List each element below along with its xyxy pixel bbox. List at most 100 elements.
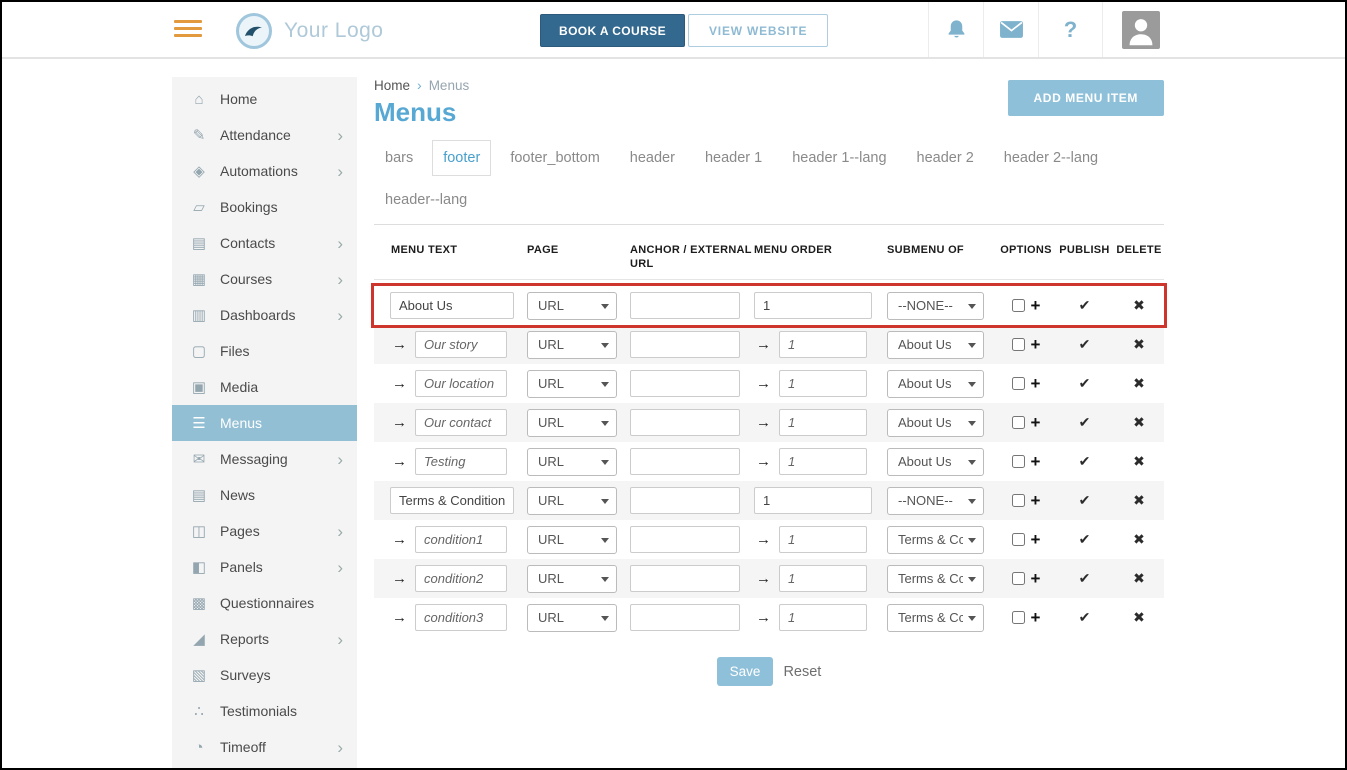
- add-option-icon[interactable]: +: [1031, 492, 1041, 509]
- sidebar-item-automations[interactable]: ◈ Automations ›: [172, 153, 357, 189]
- sidebar-item-dashboards[interactable]: ▥ Dashboards ›: [172, 297, 357, 333]
- add-option-icon[interactable]: +: [1031, 609, 1041, 626]
- menu-text-input[interactable]: [415, 331, 507, 358]
- submenu-of-select[interactable]: Terms & Cc: [887, 604, 984, 632]
- page-select[interactable]: URL: [527, 292, 617, 320]
- delete-x-icon[interactable]: ✖: [1133, 414, 1145, 431]
- delete-x-icon[interactable]: ✖: [1133, 336, 1145, 353]
- breadcrumb-home-link[interactable]: Home: [374, 78, 410, 93]
- menu-order-input[interactable]: [754, 487, 872, 514]
- add-option-icon[interactable]: +: [1031, 570, 1041, 587]
- menu-text-input[interactable]: [390, 487, 514, 514]
- book-a-course-button[interactable]: BOOK A COURSE: [540, 14, 685, 47]
- menu-order-input[interactable]: [779, 409, 867, 436]
- options-checkbox[interactable]: [1012, 338, 1025, 351]
- publish-check-icon[interactable]: ✔: [1079, 453, 1091, 470]
- add-option-icon[interactable]: +: [1031, 375, 1041, 392]
- menu-text-input[interactable]: [415, 409, 507, 436]
- add-menu-item-button[interactable]: ADD MENU ITEM: [1008, 80, 1164, 116]
- sidebar-item-timeoff[interactable]: ◔ Timeoff ›: [172, 729, 357, 765]
- tab-footer-bottom[interactable]: footer_bottom: [499, 140, 610, 176]
- menu-text-input[interactable]: [415, 526, 507, 553]
- options-checkbox[interactable]: [1012, 611, 1025, 624]
- notifications-button[interactable]: [928, 2, 983, 57]
- page-select[interactable]: URL: [527, 487, 617, 515]
- anchor-url-input[interactable]: [630, 292, 740, 319]
- options-checkbox[interactable]: [1012, 533, 1025, 546]
- anchor-url-input[interactable]: [630, 370, 740, 397]
- sidebar-item-home[interactable]: ⌂ Home: [172, 81, 357, 117]
- menu-order-input[interactable]: [779, 331, 867, 358]
- delete-x-icon[interactable]: ✖: [1133, 570, 1145, 587]
- sidebar-item-contacts[interactable]: ▤ Contacts ›: [172, 225, 357, 261]
- tab-header-2-lang[interactable]: header 2--lang: [993, 140, 1109, 176]
- options-checkbox[interactable]: [1012, 455, 1025, 468]
- tab-header-1-lang[interactable]: header 1--lang: [781, 140, 897, 176]
- help-button[interactable]: ?: [1038, 2, 1102, 57]
- sidebar-item-reports[interactable]: ◢ Reports ›: [172, 621, 357, 657]
- menu-order-input[interactable]: [779, 604, 867, 631]
- menu-text-input[interactable]: [390, 292, 514, 319]
- add-option-icon[interactable]: +: [1031, 414, 1041, 431]
- options-checkbox[interactable]: [1012, 572, 1025, 585]
- sidebar-item-menus[interactable]: ☰ Menus: [172, 405, 357, 441]
- options-checkbox[interactable]: [1012, 299, 1025, 312]
- delete-x-icon[interactable]: ✖: [1133, 297, 1145, 314]
- page-select[interactable]: URL: [527, 331, 617, 359]
- add-option-icon[interactable]: +: [1031, 336, 1041, 353]
- submenu-of-select[interactable]: Terms & Cc: [887, 565, 984, 593]
- submenu-of-select[interactable]: About Us: [887, 370, 984, 398]
- tab-bars[interactable]: bars: [374, 140, 424, 176]
- anchor-url-input[interactable]: [630, 526, 740, 553]
- page-select[interactable]: URL: [527, 565, 617, 593]
- delete-x-icon[interactable]: ✖: [1133, 609, 1145, 626]
- page-select[interactable]: URL: [527, 604, 617, 632]
- submenu-of-select[interactable]: About Us: [887, 409, 984, 437]
- hamburger-menu-icon[interactable]: [174, 20, 202, 41]
- menu-order-input[interactable]: [779, 526, 867, 553]
- menu-text-input[interactable]: [415, 370, 507, 397]
- inbox-button[interactable]: [983, 2, 1038, 57]
- sidebar-item-questionnaires[interactable]: ▩ Questionnaires: [172, 585, 357, 621]
- sidebar-item-testimonials[interactable]: ∴ Testimonials: [172, 693, 357, 729]
- anchor-url-input[interactable]: [630, 565, 740, 592]
- sidebar-item-news[interactable]: ▤ News: [172, 477, 357, 513]
- menu-order-input[interactable]: [779, 448, 867, 475]
- delete-x-icon[interactable]: ✖: [1133, 492, 1145, 509]
- tab-footer[interactable]: footer: [432, 140, 491, 176]
- delete-x-icon[interactable]: ✖: [1133, 375, 1145, 392]
- publish-check-icon[interactable]: ✔: [1079, 570, 1091, 587]
- sidebar-item-files[interactable]: ▢ Files: [172, 333, 357, 369]
- options-checkbox[interactable]: [1012, 494, 1025, 507]
- add-option-icon[interactable]: +: [1031, 531, 1041, 548]
- profile-button[interactable]: [1102, 2, 1178, 57]
- options-checkbox[interactable]: [1012, 377, 1025, 390]
- tab-header-1[interactable]: header 1: [694, 140, 773, 176]
- publish-check-icon[interactable]: ✔: [1079, 336, 1091, 353]
- sidebar-item-media[interactable]: ▣ Media: [172, 369, 357, 405]
- sidebar-item-messaging[interactable]: ✉ Messaging ›: [172, 441, 357, 477]
- anchor-url-input[interactable]: [630, 331, 740, 358]
- anchor-url-input[interactable]: [630, 487, 740, 514]
- view-website-button[interactable]: VIEW WEBSITE: [688, 14, 828, 47]
- submenu-of-select[interactable]: --NONE--: [887, 487, 984, 515]
- page-select[interactable]: URL: [527, 448, 617, 476]
- submenu-of-select[interactable]: About Us: [887, 331, 984, 359]
- tab-header-lang[interactable]: header--lang: [374, 182, 478, 218]
- sidebar-item-panels[interactable]: ◧ Panels ›: [172, 549, 357, 585]
- submenu-of-select[interactable]: --NONE--: [887, 292, 984, 320]
- menu-order-input[interactable]: [779, 370, 867, 397]
- page-select[interactable]: URL: [527, 370, 617, 398]
- menu-text-input[interactable]: [415, 604, 507, 631]
- menu-text-input[interactable]: [415, 448, 507, 475]
- anchor-url-input[interactable]: [630, 409, 740, 436]
- options-checkbox[interactable]: [1012, 416, 1025, 429]
- sidebar-item-courses[interactable]: ▦ Courses ›: [172, 261, 357, 297]
- sidebar-item-pages[interactable]: ◫ Pages ›: [172, 513, 357, 549]
- publish-check-icon[interactable]: ✔: [1079, 414, 1091, 431]
- publish-check-icon[interactable]: ✔: [1079, 492, 1091, 509]
- menu-order-input[interactable]: [779, 565, 867, 592]
- menu-text-input[interactable]: [415, 565, 507, 592]
- sidebar-item-attendance[interactable]: ✎ Attendance ›: [172, 117, 357, 153]
- publish-check-icon[interactable]: ✔: [1079, 531, 1091, 548]
